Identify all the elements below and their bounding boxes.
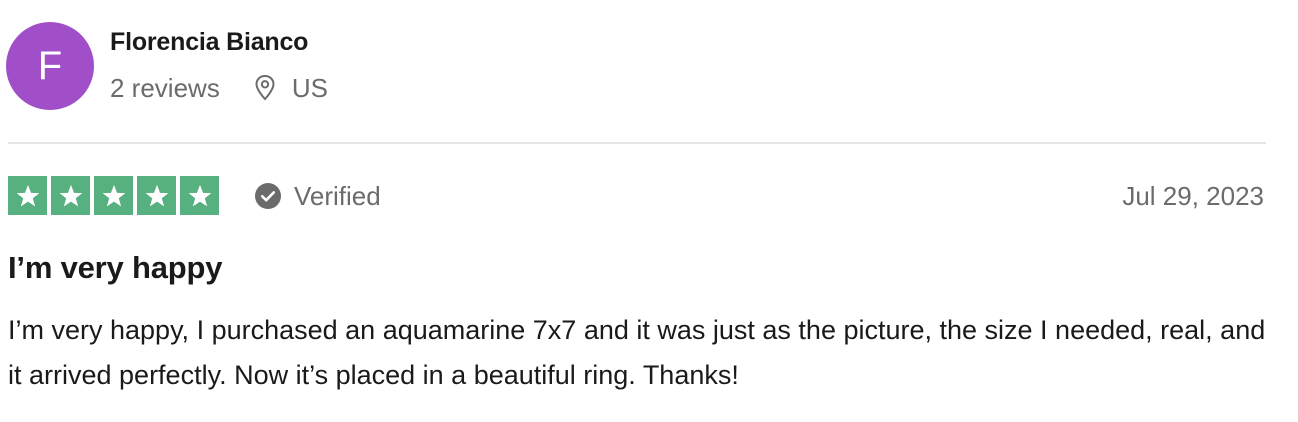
review-body: I’m very happy, I purchased an aquamarin… (8, 315, 1266, 390)
location-pin-icon (254, 74, 276, 102)
avatar-initial: F (37, 43, 63, 88)
review-title[interactable]: I’m very happy (8, 250, 222, 286)
divider (8, 142, 1266, 144)
review-date: Jul 29, 2023 (1122, 180, 1264, 211)
star-icon (94, 176, 133, 215)
star-icon (8, 176, 47, 215)
star-rating (8, 176, 219, 215)
reviews-count: 2 reviews (110, 72, 220, 103)
star-icon (180, 176, 219, 215)
verified-label: Verified (294, 180, 381, 211)
author-name[interactable]: Florencia Bianco (110, 28, 308, 57)
star-icon (51, 176, 90, 215)
check-circle-icon (254, 182, 282, 210)
country: US (291, 72, 328, 103)
avatar[interactable]: F (6, 22, 94, 110)
author-meta: 2 reviews US (110, 70, 328, 106)
verified-badge[interactable]: Verified (254, 178, 381, 214)
review-card: F Florencia Bianco 2 reviews US Verified… (0, 0, 1298, 422)
star-icon (137, 176, 176, 215)
